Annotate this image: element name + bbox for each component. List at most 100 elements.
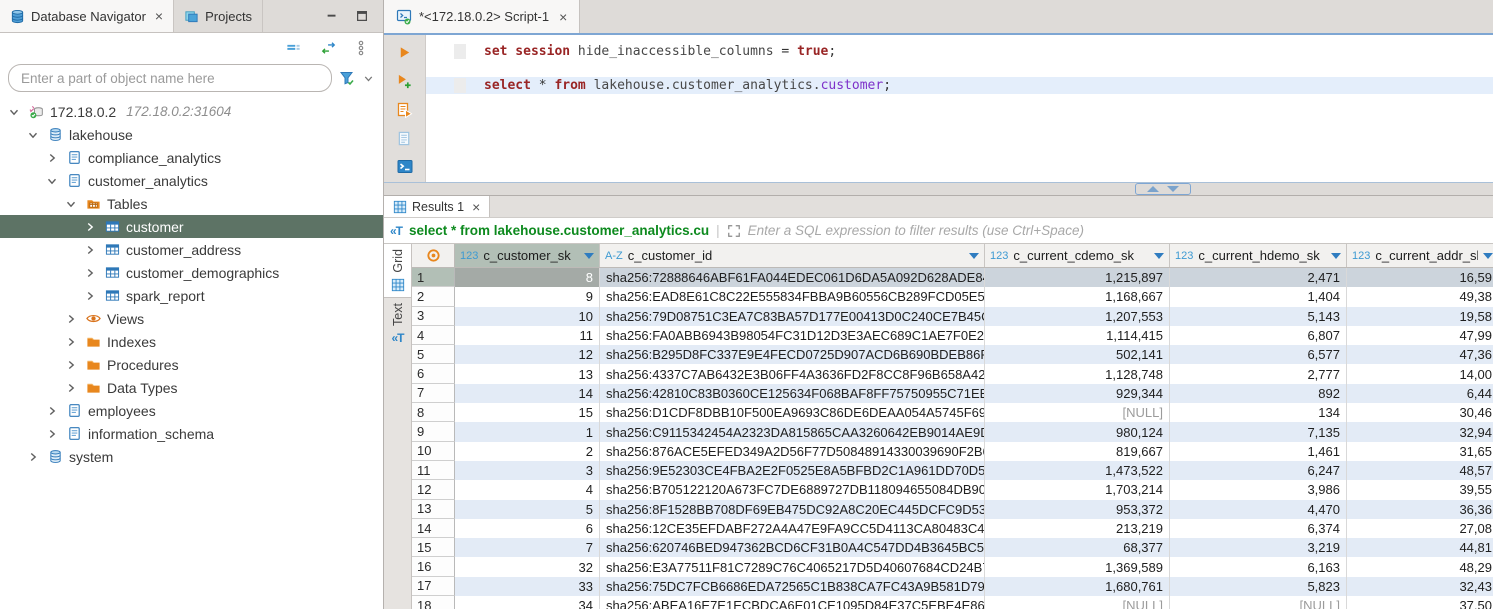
expand-filter-icon[interactable] (727, 224, 741, 238)
table-row[interactable]: 146sha256:12CE35EFDABF272A4A47E9FA9CC5D4… (412, 519, 1493, 538)
cell[interactable]: 1,703,214 (985, 480, 1170, 499)
row-number[interactable]: 8 (412, 403, 455, 422)
link-with-editor-icon[interactable] (320, 41, 337, 55)
filter-dropdown-icon[interactable] (1154, 253, 1164, 259)
cell[interactable]: 3 (455, 461, 600, 480)
editor-results-splitter[interactable] (384, 182, 1493, 196)
tree-item-customer-demographics[interactable]: customer_demographics (0, 261, 383, 284)
tree-item-information-schema[interactable]: information_schema (0, 422, 383, 445)
table-row[interactable]: 714sha256:42810C83B0360CE125634F068BAF8F… (412, 384, 1493, 403)
cell[interactable]: [NULL] (1170, 596, 1347, 609)
column-header-c_current_cdemo_sk[interactable]: 123c_current_cdemo_sk (985, 244, 1170, 267)
cell[interactable]: 9 (455, 287, 600, 306)
table-row[interactable]: 1632sha256:E3A77511F81C7289C76C4065217D5… (412, 557, 1493, 576)
tree-item-spark-report[interactable]: spark_report (0, 284, 383, 307)
cell[interactable]: sha256:D1CDF8DBB10F500EA9693C86DE6DEAA05… (600, 403, 985, 422)
collapse-up-icon[interactable] (1147, 186, 1159, 192)
cell[interactable]: 1,461 (1170, 442, 1347, 461)
chevron-right-icon[interactable] (23, 450, 42, 464)
close-icon[interactable]: × (155, 8, 163, 24)
cell[interactable]: 31,65 (1347, 442, 1493, 461)
table-row[interactable]: 124sha256:B705122120A673FC7DE6889727DB11… (412, 480, 1493, 499)
execute-statement-icon[interactable] (397, 45, 412, 60)
sql-code[interactable]: set session hide_inaccessible_columns = … (426, 35, 1493, 182)
table-row[interactable]: 1834sha256:ABEA16E7E1ECBDCA6E01CE1095D84… (412, 596, 1493, 609)
tree-item-indexes[interactable]: Indexes (0, 330, 383, 353)
cell[interactable]: sha256:FA0ABB6943B98054FC31D12D3E3AEC689… (600, 326, 985, 345)
tree-item-procedures[interactable]: Procedures (0, 353, 383, 376)
tree-item-views[interactable]: Views (0, 307, 383, 330)
explain-plan-icon[interactable] (397, 131, 412, 146)
cell[interactable]: [NULL] (985, 403, 1170, 422)
row-number[interactable]: 3 (412, 307, 455, 326)
cell[interactable]: 213,219 (985, 519, 1170, 538)
cell[interactable]: 6,807 (1170, 326, 1347, 345)
cell[interactable]: 1,404 (1170, 287, 1347, 306)
collapse-all-icon[interactable] (285, 41, 302, 55)
row-number[interactable]: 16 (412, 557, 455, 576)
row-number[interactable]: 1 (412, 268, 455, 287)
table-row[interactable]: 411sha256:FA0ABB6943B98054FC31D12D3E3AEC… (412, 326, 1493, 345)
filter-dropdown-icon[interactable] (584, 253, 594, 259)
chevron-right-icon[interactable] (61, 335, 80, 349)
cell[interactable]: 134 (1170, 403, 1347, 422)
cell[interactable]: 27,08 (1347, 519, 1493, 538)
table-row[interactable]: 29sha256:EAD8E61C8C22E555834FBBA9B60556C… (412, 287, 1493, 306)
cell[interactable]: sha256:E3A77511F81C7289C76C4065217D5D406… (600, 557, 985, 576)
cell[interactable]: 1,207,553 (985, 307, 1170, 326)
cell[interactable]: 1,369,589 (985, 557, 1170, 576)
table-row[interactable]: 310sha256:79D08751C3EA7C83BA57D177E00413… (412, 307, 1493, 326)
filter-dropdown-icon[interactable] (969, 253, 979, 259)
cell[interactable]: 19,58 (1347, 307, 1493, 326)
cell[interactable]: 33 (455, 577, 600, 596)
tab-database-navigator[interactable]: Database Navigator × (0, 0, 174, 32)
cell[interactable]: 32 (455, 557, 600, 576)
chevron-down-icon[interactable] (42, 174, 61, 188)
tree-item-customer-address[interactable]: customer_address (0, 238, 383, 261)
tree-item-compliance-analytics[interactable]: compliance_analytics (0, 146, 383, 169)
row-number[interactable]: 6 (412, 364, 455, 383)
cell[interactable]: sha256:72888646ABF61FA044EDEC061D6DA5A09… (600, 268, 985, 287)
table-row[interactable]: 91sha256:C9115342454A2323DA815865CAA3260… (412, 422, 1493, 441)
tree-item-customer-analytics[interactable]: customer_analytics (0, 169, 383, 192)
cell[interactable]: 6,247 (1170, 461, 1347, 480)
tree-item-tables[interactable]: Tables (0, 192, 383, 215)
cell[interactable]: 14,00 (1347, 364, 1493, 383)
chevron-right-icon[interactable] (42, 151, 61, 165)
cell[interactable]: 2,471 (1170, 268, 1347, 287)
cell[interactable]: 32,43 (1347, 577, 1493, 596)
tab-grid-view[interactable]: Grid (384, 244, 411, 298)
view-menu-icon[interactable] (355, 40, 367, 56)
table-row[interactable]: 613sha256:4337C7AB6432E3B06FF4A3636FD2F8… (412, 364, 1493, 383)
column-header-c_current_addr_sk[interactable]: 123c_current_addr_sk (1347, 244, 1493, 267)
table-row[interactable]: 18sha256:72888646ABF61FA044EDEC061D6DA5A… (412, 268, 1493, 287)
editor-line-3[interactable]: select * from lakehouse.customer_analyti… (426, 77, 1493, 94)
cell[interactable]: 48,29 (1347, 557, 1493, 576)
cell[interactable]: 502,141 (985, 345, 1170, 364)
cell[interactable]: 68,377 (985, 538, 1170, 557)
collapse-down-icon[interactable] (1167, 186, 1179, 192)
cell[interactable]: 6,577 (1170, 345, 1347, 364)
cell[interactable]: 16,59 (1347, 268, 1493, 287)
cell[interactable]: 10 (455, 307, 600, 326)
cell[interactable]: 5,143 (1170, 307, 1347, 326)
cell[interactable]: 3,219 (1170, 538, 1347, 557)
chevron-right-icon[interactable] (80, 243, 99, 257)
table-row[interactable]: 113sha256:9E52303CE4FBA2E2F0525E8A5BFBD2… (412, 461, 1493, 480)
cell[interactable]: 32,94 (1347, 422, 1493, 441)
cell[interactable]: 12 (455, 345, 600, 364)
cell[interactable]: sha256:4337C7AB6432E3B06FF4A3636FD2F8CC8… (600, 364, 985, 383)
cell[interactable]: 13 (455, 364, 600, 383)
cell[interactable]: sha256:8F1528BB708DF69EB475DC92A8C20EC44… (600, 500, 985, 519)
cell[interactable]: 15 (455, 403, 600, 422)
column-header-c_current_hdemo_sk[interactable]: 123c_current_hdemo_sk (1170, 244, 1347, 267)
tree-item-172.18.0.2[interactable]: 172.18.0.2172.18.0.2:31604 (0, 100, 383, 123)
table-row[interactable]: 157sha256:620746BED947362BCD6CF31B0A4C54… (412, 538, 1493, 557)
table-row[interactable]: 512sha256:B295D8FC337E9E4FECD0725D907ACD… (412, 345, 1493, 364)
cell[interactable]: 1,114,415 (985, 326, 1170, 345)
table-row[interactable]: 102sha256:876ACE5EFED349A2D56F77D5084891… (412, 442, 1493, 461)
row-number[interactable]: 7 (412, 384, 455, 403)
cell[interactable]: 7,135 (1170, 422, 1347, 441)
chevron-right-icon[interactable] (61, 358, 80, 372)
row-number[interactable]: 15 (412, 538, 455, 557)
